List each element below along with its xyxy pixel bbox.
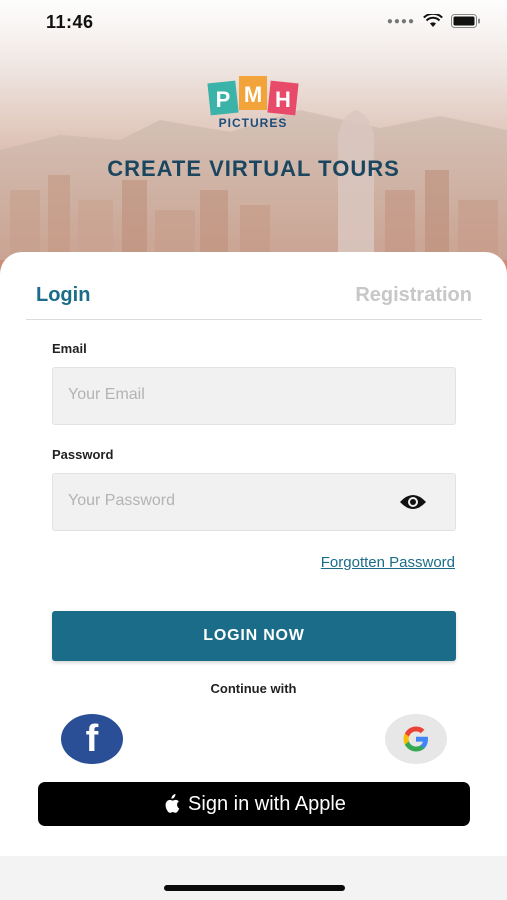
logo-letter-h: H [275, 87, 291, 112]
city-skyline-image [0, 110, 507, 260]
pmh-pictures-logo: P M H PICTURES [207, 74, 299, 136]
login-button[interactable]: LOGIN NOW [52, 611, 456, 661]
password-label: Password [52, 447, 114, 462]
battery-icon [451, 14, 480, 28]
auth-tabs: Login Registration [26, 276, 482, 320]
apple-icon [165, 794, 180, 813]
home-indicator [164, 885, 345, 891]
status-icons: ●●●● [387, 14, 481, 28]
logo-blocks: P M H [207, 76, 299, 116]
continue-with-label: Continue with [210, 681, 297, 696]
show-password-eye-icon[interactable] [399, 492, 427, 512]
signal-icon: ●●●● [386, 15, 415, 27]
auth-card: Login Registration Email Your Email Pass… [0, 252, 507, 856]
apple-button-label: Sign in with Apple [188, 792, 346, 815]
google-icon [403, 726, 428, 752]
tab-registration[interactable]: Registration [355, 284, 472, 307]
sign-in-with-apple-button[interactable]: Sign in with Apple [38, 782, 470, 826]
forgot-password-link[interactable]: Forgotten Password [321, 554, 455, 571]
page-headline: CREATE VIRTUAL TOURS [107, 156, 400, 181]
password-placeholder: Your Password [68, 492, 176, 509]
google-login-button[interactable] [385, 714, 447, 764]
tab-login[interactable]: Login [36, 284, 90, 307]
facebook-login-button[interactable]: f [61, 714, 123, 764]
status-time: 11:46 [46, 12, 94, 32]
email-label: Email [52, 341, 87, 356]
logo-wordmark: PICTURES [218, 116, 288, 130]
facebook-icon: f [85, 718, 99, 760]
email-placeholder: Your Email [68, 386, 145, 403]
password-field[interactable]: Your Password [52, 473, 456, 531]
email-field[interactable]: Your Email [52, 367, 456, 425]
logo-letter-p: P [216, 87, 231, 112]
wifi-icon [423, 14, 443, 27]
status-bar: 11:46 ●●●● [0, 0, 507, 46]
logo-letter-m: M [244, 82, 262, 107]
